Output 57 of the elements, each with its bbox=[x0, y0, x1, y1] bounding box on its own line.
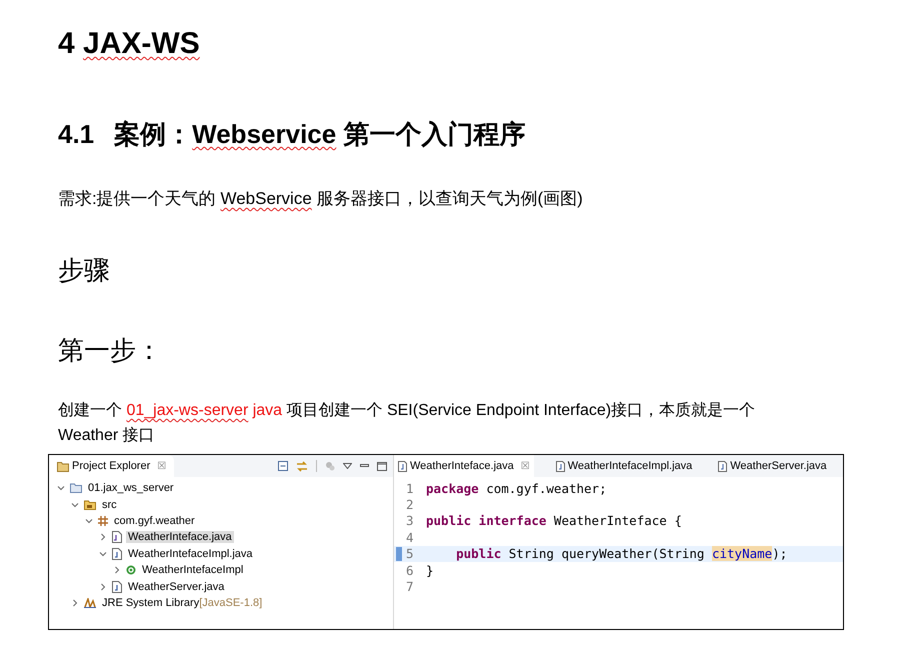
subheading: 第一步： bbox=[58, 334, 162, 367]
java-file-icon bbox=[556, 460, 565, 472]
section-heading: 4.1 案例：Webservice 第一个入门程序 bbox=[58, 118, 526, 151]
code-line: public String queryWeather(String cityName); bbox=[455, 546, 788, 562]
code-line: } bbox=[426, 562, 434, 578]
folder-icon bbox=[57, 460, 69, 472]
java-file-icon bbox=[112, 580, 122, 593]
view-tab[interactable]: Project Explorer ☒ bbox=[49, 455, 174, 477]
line-number: 2 bbox=[406, 497, 415, 512]
interface-file-icon bbox=[112, 531, 122, 544]
package-icon bbox=[98, 516, 108, 526]
editor-tab[interactable]: WeatherInteface.java ☒ bbox=[394, 455, 534, 477]
expand-toggle-icon[interactable] bbox=[71, 500, 80, 509]
tree-item[interactable]: JRE System Library[JavaSE-1.8] bbox=[100, 596, 264, 609]
line-number: 6 bbox=[406, 562, 415, 578]
subheading: 步骤 bbox=[58, 254, 110, 287]
java-file-icon bbox=[112, 548, 122, 560]
change-marker bbox=[396, 546, 402, 561]
tree-item[interactable]: com.gyf.weather bbox=[112, 514, 197, 527]
paragraph: 创建一个 01_jax-ws-server java 项目创建一个 SEI(Service Endpoint Interface)接口，本质就是一个 Weather 接口 bbox=[58, 400, 756, 446]
library-icon bbox=[84, 598, 96, 608]
heading: 4 JAX-WS bbox=[58, 26, 200, 62]
java-file-icon bbox=[718, 460, 728, 472]
expand-toggle-icon[interactable] bbox=[99, 533, 108, 542]
tree-item[interactable]: src bbox=[100, 498, 119, 511]
line-number: 3 bbox=[406, 513, 415, 528]
code-line: public interface WeatherInteface { bbox=[426, 513, 682, 528]
line-number: 5 bbox=[406, 546, 415, 562]
tree-item[interactable]: 01.jax_ws_server bbox=[86, 482, 176, 494]
editor-tab[interactable]: WeatherServer.java bbox=[714, 455, 831, 477]
expand-toggle-icon[interactable] bbox=[99, 550, 108, 558]
close-icon[interactable]: ☒ bbox=[520, 460, 530, 472]
expand-toggle-icon[interactable] bbox=[85, 516, 94, 525]
class-icon bbox=[126, 565, 136, 576]
expand-toggle-icon[interactable] bbox=[99, 582, 108, 591]
close-icon[interactable]: ☒ bbox=[157, 460, 166, 472]
maximize-icon[interactable] bbox=[377, 462, 387, 470]
collapse-icon[interactable] bbox=[278, 461, 288, 471]
line-number: 1 bbox=[406, 480, 415, 496]
expand-toggle-icon[interactable] bbox=[113, 566, 122, 574]
java-file-icon bbox=[398, 460, 407, 472]
tree-item[interactable]: WeatherInteface.java bbox=[126, 531, 234, 544]
tree-item[interactable]: WeatherIntefaceImpl bbox=[140, 564, 246, 576]
editor-tab[interactable]: WeatherIntefaceImpl.java bbox=[552, 455, 696, 477]
requirement-text: 需求:提供一个天气的 WebService 服务器接口，以查询天气为例(画图) bbox=[58, 188, 583, 210]
dropdown-icon[interactable] bbox=[343, 463, 352, 469]
link-icon[interactable] bbox=[296, 460, 308, 472]
code-line: package com.gyf.weather; bbox=[426, 480, 607, 496]
source-folder-icon bbox=[84, 500, 96, 510]
expand-toggle-icon[interactable] bbox=[71, 598, 80, 607]
line-number: 7 bbox=[406, 579, 415, 594]
line-number: 4 bbox=[406, 530, 415, 545]
tree-item[interactable]: WeatherServer.java bbox=[126, 580, 226, 593]
minimize-icon[interactable] bbox=[360, 464, 369, 468]
project-folder-icon bbox=[70, 483, 82, 494]
tree-item[interactable]: WeatherIntefaceImpl.java bbox=[126, 548, 255, 560]
expand-toggle-icon[interactable] bbox=[57, 484, 66, 492]
